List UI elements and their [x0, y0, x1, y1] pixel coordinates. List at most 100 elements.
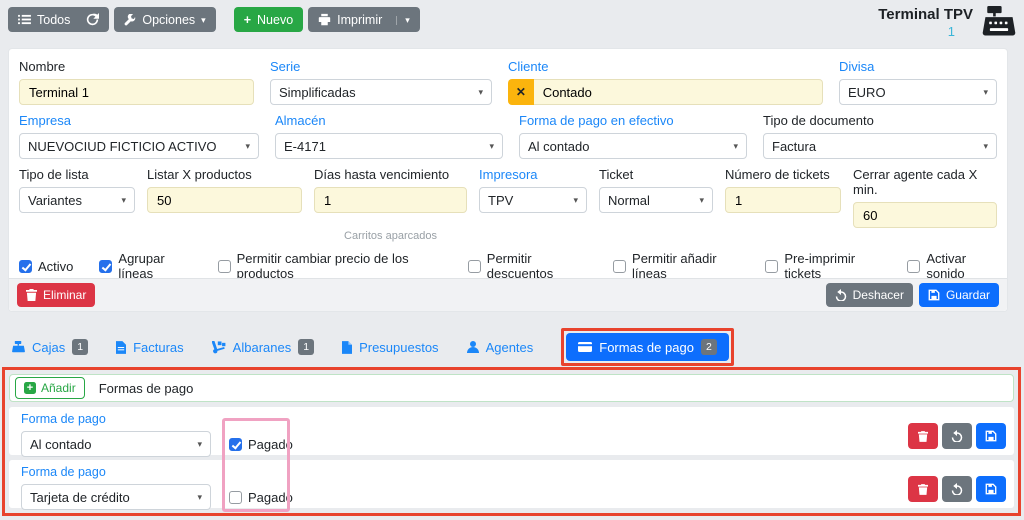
- tipo-lista-select[interactable]: Variantes▾: [19, 187, 135, 213]
- terminal-form-card: Nombre Serie Simplificadas▾ Cliente ✕ Di…: [8, 48, 1008, 312]
- select-caret-icon: ▾: [121, 195, 126, 206]
- chevron-down-icon: ▾: [201, 16, 206, 25]
- checkbox-permitir-descuentos[interactable]: Permitir descuentos: [468, 251, 587, 281]
- forma-pago-efectivo-select[interactable]: Al contado▾: [519, 133, 747, 159]
- save-row-button[interactable]: [976, 423, 1006, 449]
- checkbox-box[interactable]: [229, 491, 242, 504]
- checkbox-pre-imprimir-tickets[interactable]: Pre-imprimir tickets: [765, 251, 881, 281]
- page-header: Terminal TPV 1: [878, 6, 1016, 39]
- checkbox-activo[interactable]: Activo: [19, 259, 73, 274]
- deshacer-button[interactable]: Deshacer: [826, 283, 913, 307]
- tab-presupuestos[interactable]: Presupuestos: [342, 340, 439, 355]
- save-icon: [985, 483, 997, 495]
- tab-cajas[interactable]: Cajas 1: [12, 339, 88, 355]
- tipo-documento-select[interactable]: Factura▾: [763, 133, 997, 159]
- imprimir-dropdown-toggle[interactable]: ▾: [396, 16, 410, 25]
- undo-row-button[interactable]: [942, 423, 972, 449]
- checkbox-box[interactable]: [765, 260, 778, 273]
- tab-badge: 2: [701, 339, 717, 355]
- checkbox-agrupar-lineas[interactable]: Agrupar líneas: [99, 251, 191, 281]
- divisa-select[interactable]: EURO▾: [839, 79, 997, 105]
- cash-register-icon: [12, 341, 25, 353]
- listar-x-productos-input[interactable]: [147, 187, 302, 213]
- checkbox-box[interactable]: [218, 260, 231, 273]
- imprimir-label: Imprimir: [337, 13, 382, 27]
- checkbox-box[interactable]: [229, 438, 242, 451]
- checkbox-box[interactable]: [99, 260, 112, 273]
- delete-row-button[interactable]: [908, 476, 938, 502]
- delete-row-button[interactable]: [908, 423, 938, 449]
- ticket-select[interactable]: Normal▾: [599, 187, 713, 213]
- opciones-button[interactable]: Opciones ▾: [114, 7, 215, 32]
- checkbox-activar-sonido[interactable]: Activar sonido: [907, 251, 997, 281]
- dias-vencimiento-input[interactable]: [314, 187, 467, 213]
- form-footer: Eliminar Deshacer Guardar: [9, 278, 1007, 311]
- save-icon: [985, 430, 997, 442]
- undo-icon: [951, 430, 963, 442]
- empresa-select[interactable]: NUEVOCIUD FICTICIO ACTIVO▾: [19, 133, 259, 159]
- cash-register-icon: [982, 6, 1016, 36]
- trash-icon: [26, 289, 37, 301]
- payments-header-card: + Añadir Formas de pago: [9, 374, 1014, 402]
- select-caret-icon: ▾: [699, 195, 704, 206]
- opciones-label: Opciones: [142, 13, 195, 27]
- select-caret-icon: ▾: [245, 141, 250, 152]
- tab-formas-de-pago[interactable]: Formas de pago 2: [566, 333, 729, 361]
- todos-button[interactable]: Todos: [8, 7, 109, 32]
- nombre-input[interactable]: [19, 79, 254, 105]
- tab-badge: 1: [72, 339, 88, 355]
- almacen-select[interactable]: E-4171▾: [275, 133, 503, 159]
- checkbox-box[interactable]: [468, 260, 481, 273]
- list-icon: [18, 14, 31, 25]
- payment-row: Forma de pago Al contado▾ Pagado: [9, 407, 1014, 455]
- undo-row-button[interactable]: [942, 476, 972, 502]
- save-row-button[interactable]: [976, 476, 1006, 502]
- undo-icon: [951, 483, 963, 495]
- imprimir-button[interactable]: Imprimir ▾: [308, 7, 420, 32]
- select-caret-icon: ▾: [489, 141, 494, 152]
- dolly-icon: [212, 341, 226, 354]
- guardar-button[interactable]: Guardar: [919, 283, 999, 307]
- payment-row: Forma de pago Tarjeta de crédito▾ Pagado: [9, 460, 1014, 508]
- nuevo-button[interactable]: + Nuevo: [234, 7, 303, 32]
- pagado-checkbox[interactable]: Pagado: [229, 437, 293, 452]
- numero-tickets-input[interactable]: [725, 187, 841, 213]
- pagado-checkbox[interactable]: Pagado: [229, 490, 293, 505]
- tab-albaranes[interactable]: Albaranes 1: [212, 339, 314, 355]
- tab-agentes[interactable]: Agentes: [467, 340, 534, 355]
- payments-section-title: Formas de pago: [99, 381, 194, 396]
- user-icon: [467, 341, 479, 353]
- tab-facturas[interactable]: Facturas: [116, 340, 184, 355]
- active-tab-annotation-box: Formas de pago 2: [561, 328, 734, 366]
- cliente-clear-button[interactable]: ✕: [508, 79, 534, 105]
- refresh-icon[interactable]: [78, 13, 99, 26]
- tab-badge: 1: [298, 339, 314, 355]
- forma-de-pago-select[interactable]: Tarjeta de crédito▾: [21, 484, 211, 510]
- dias-vencimiento-label: Días hasta vencimiento: [314, 167, 467, 182]
- checkbox-box[interactable]: [907, 260, 920, 273]
- impresora-select[interactable]: TPV▾: [479, 187, 587, 213]
- save-icon: [928, 289, 940, 301]
- divisa-label: Divisa: [839, 59, 997, 74]
- cerrar-agente-input[interactable]: [853, 202, 997, 228]
- serie-label: Serie: [270, 59, 492, 74]
- top-toolbar: Todos Opciones ▾ + Nuevo Imprimir ▾: [8, 7, 420, 32]
- forma-de-pago-select[interactable]: Al contado▾: [21, 431, 211, 457]
- select-caret-icon: ▾: [733, 141, 738, 152]
- select-caret-icon: ▾: [573, 195, 578, 206]
- anadir-button[interactable]: + Añadir: [15, 377, 85, 399]
- forma-pago-efectivo-label: Forma de pago en efectivo: [519, 113, 747, 128]
- carritos-aparcados-text: Carritos aparcados: [314, 230, 467, 242]
- plus-icon: +: [244, 13, 251, 27]
- checkbox-box[interactable]: [19, 260, 32, 273]
- trash-icon: [918, 484, 928, 495]
- detail-tabs: Cajas 1 Facturas Albaranes 1 Presupuesto…: [12, 330, 734, 364]
- serie-select[interactable]: Simplificadas▾: [270, 79, 492, 105]
- eliminar-button[interactable]: Eliminar: [17, 283, 95, 307]
- payments-annotation-box: + Añadir Formas de pago Forma de pago Al…: [2, 367, 1021, 516]
- cliente-input[interactable]: [534, 79, 823, 105]
- numero-tickets-label: Número de tickets: [725, 167, 841, 182]
- checkbox-box[interactable]: [613, 260, 626, 273]
- checkbox-permitir-cambiar-precio[interactable]: Permitir cambiar precio de los productos: [218, 251, 442, 281]
- checkbox-permitir-anadir-lineas[interactable]: Permitir añadir líneas: [613, 251, 739, 281]
